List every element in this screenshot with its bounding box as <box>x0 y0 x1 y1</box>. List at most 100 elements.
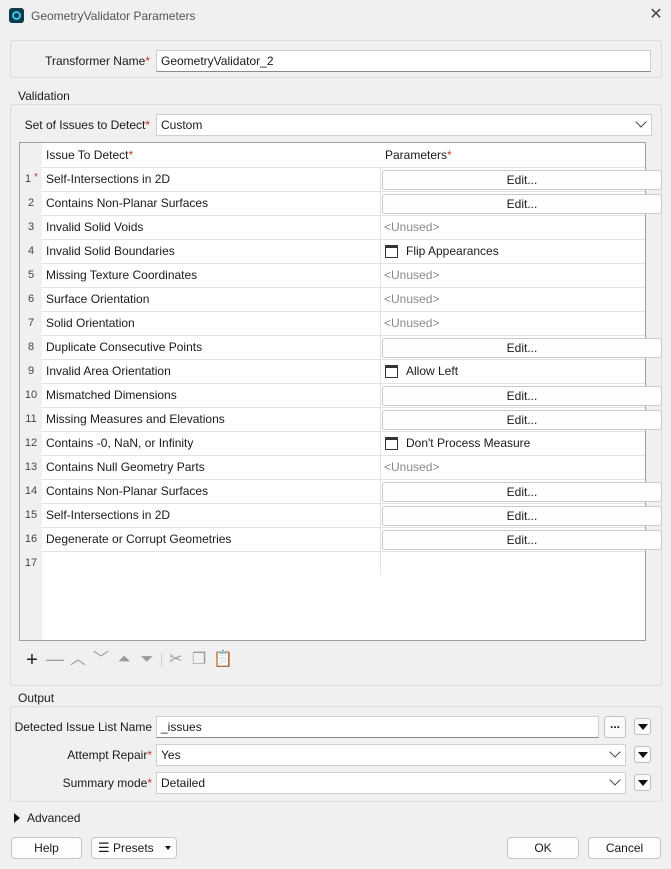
table-row[interactable]: 13 Contains Null Geometry Parts <Unused> <box>20 455 645 479</box>
issue-cell[interactable]: Surface Orientation <box>42 287 381 311</box>
table-row[interactable]: 4 Invalid Solid Boundaries Flip Appearance… <box>20 239 645 263</box>
issue-cell[interactable]: Mismatched Dimensions <box>42 383 381 407</box>
checkbox[interactable] <box>385 245 398 258</box>
issue-cell[interactable]: Invalid Solid Voids <box>42 215 381 239</box>
row-number[interactable]: 2 <box>20 191 42 215</box>
summary-mode-select[interactable]: Detailed <box>156 772 626 794</box>
row-number[interactable]: 14 <box>20 479 42 503</box>
edit-parameters-button[interactable]: Edit... <box>382 386 662 406</box>
issue-cell[interactable]: Contains Non-Planar Surfaces <box>42 479 381 503</box>
triangle-right-icon <box>14 813 20 823</box>
row-number[interactable]: 9 <box>20 359 42 383</box>
paste-icon[interactable]: 📋 <box>213 651 233 669</box>
issue-cell[interactable]: Missing Measures and Elevations <box>42 407 381 431</box>
issue-cell[interactable]: Missing Texture Coordinates <box>42 263 381 287</box>
move-to-top-icon[interactable]: ⏶ <box>115 651 133 669</box>
parameters-cell: <Unused> <box>381 455 645 479</box>
table-row[interactable]: 5 Missing Texture Coordinates <Unused> <box>20 263 645 287</box>
required-marker: * <box>147 776 152 790</box>
row-number[interactable]: 10 <box>20 383 42 407</box>
edit-parameters-button[interactable]: Edit... <box>382 170 662 190</box>
checkbox[interactable] <box>385 437 398 450</box>
transformer-name-input[interactable]: GeometryValidator_2 <box>156 50 651 72</box>
cancel-button[interactable]: Cancel <box>588 837 661 859</box>
row-number[interactable]: 11 <box>20 407 42 431</box>
row-number[interactable]: 16 <box>20 527 42 551</box>
issues-table: Issue To Detect* Parameters* 1 * Self-Inte… <box>19 142 662 641</box>
column-header-issue[interactable]: Issue To Detect* <box>46 148 133 162</box>
issue-cell[interactable]: Self-Intersections in 2D <box>42 167 381 191</box>
required-marker: * <box>145 118 150 132</box>
row-number[interactable]: 13 <box>20 455 42 479</box>
table-row[interactable]: 14 Contains Non-Planar Surfaces Edit... <box>20 479 662 503</box>
close-icon[interactable]: ✕ <box>647 6 665 24</box>
issue-cell[interactable]: Invalid Area Orientation <box>42 359 381 383</box>
table-row[interactable]: 6 Surface Orientation <Unused> <box>20 287 645 311</box>
transformer-name-label-text: Transformer Name <box>45 54 146 68</box>
table-row[interactable]: 10 Mismatched Dimensions Edit... <box>20 383 662 407</box>
edit-parameters-button[interactable]: Edit... <box>382 410 662 430</box>
table-row[interactable]: 7 Solid Orientation <Unused> <box>20 311 645 335</box>
row-number[interactable]: 6 <box>20 287 42 311</box>
issue-cell[interactable]: Solid Orientation <box>42 311 381 335</box>
summary-mode-menu-button[interactable] <box>634 774 651 791</box>
browse-button[interactable]: ... <box>604 716 626 738</box>
presets-icon: ☰ <box>98 840 110 855</box>
presets-button[interactable]: ☰ Presets <box>91 837 177 859</box>
summary-mode-label-text: Summary mode <box>62 776 148 790</box>
table-row[interactable]: 15 Self-Intersections in 2D Edit... <box>20 503 662 527</box>
required-marker: * <box>447 148 452 162</box>
issue-cell[interactable]: Self-Intersections in 2D <box>42 503 381 527</box>
attempt-repair-menu-button[interactable] <box>634 746 651 763</box>
row-number[interactable]: 15 <box>20 503 42 527</box>
issue-cell[interactable]: Invalid Solid Boundaries <box>42 239 381 263</box>
add-row-icon[interactable]: + <box>23 650 41 670</box>
column-header-parameters[interactable]: Parameters* <box>385 148 452 162</box>
move-up-icon[interactable]: ︿ <box>69 651 87 669</box>
chevron-down-icon <box>609 746 621 758</box>
help-button[interactable]: Help <box>11 837 82 859</box>
attempt-repair-select[interactable]: Yes <box>156 744 626 766</box>
row-number[interactable]: 7 <box>20 311 42 335</box>
row-number[interactable]: 17 <box>20 551 42 575</box>
row-number[interactable]: 5 <box>20 263 42 287</box>
checkbox-label: Don't Process Measure <box>406 436 531 450</box>
issue-cell[interactable] <box>42 551 381 575</box>
table-row[interactable]: 16 Degenerate or Corrupt Geometries Edit..… <box>20 527 662 551</box>
edit-parameters-button[interactable]: Edit... <box>382 194 662 214</box>
issue-cell[interactable]: Degenerate or Corrupt Geometries <box>42 527 381 551</box>
issue-cell[interactable]: Contains Null Geometry Parts <box>42 455 381 479</box>
checkbox[interactable] <box>385 365 398 378</box>
cut-icon[interactable]: ✂ <box>167 651 185 669</box>
issue-list-name-menu-button[interactable] <box>634 718 651 735</box>
table-row[interactable]: 8 Duplicate Consecutive Points Edit... <box>20 335 662 359</box>
edit-parameters-button[interactable]: Edit... <box>382 338 662 358</box>
row-number[interactable]: 8 <box>20 335 42 359</box>
edit-parameters-button[interactable]: Edit... <box>382 482 662 502</box>
table-row[interactable]: 11 Missing Measures and Elevations Edit... <box>20 407 662 431</box>
attempt-repair-label: Attempt Repair* <box>14 748 152 762</box>
row-number[interactable]: 12 <box>20 431 42 455</box>
issue-cell[interactable]: Contains -0, NaN, or Infinity <box>42 431 381 455</box>
row-number[interactable]: 3 <box>20 215 42 239</box>
issues-set-select[interactable]: Custom <box>156 114 652 136</box>
edit-parameters-button[interactable]: Edit... <box>382 530 662 550</box>
table-row[interactable]: 12 Contains -0, NaN, or Infinity Don't Pro… <box>20 431 645 455</box>
ok-button[interactable]: OK <box>507 837 579 859</box>
parameters-cell[interactable] <box>381 551 645 575</box>
move-down-icon[interactable]: ﹀ <box>92 651 110 669</box>
table-row[interactable]: 17 <box>20 551 645 575</box>
issue-cell[interactable]: Duplicate Consecutive Points <box>42 335 381 359</box>
table-row[interactable]: 3 Invalid Solid Voids <Unused> <box>20 215 645 239</box>
table-row[interactable]: 2 Contains Non-Planar Surfaces Edit... <box>20 191 662 215</box>
move-to-bottom-icon[interactable]: ⏷ <box>138 651 156 669</box>
copy-icon[interactable]: ❐ <box>190 651 208 669</box>
issues-set-value: Custom <box>161 118 203 132</box>
remove-row-icon[interactable]: — <box>46 650 64 668</box>
issue-list-name-input[interactable]: _issues <box>156 716 599 738</box>
table-row[interactable]: 9 Invalid Area Orientation Allow Left <box>20 359 645 383</box>
edit-parameters-button[interactable]: Edit... <box>382 506 662 526</box>
row-number[interactable]: 4 <box>20 239 42 263</box>
issue-cell[interactable]: Contains Non-Planar Surfaces <box>42 191 381 215</box>
table-row[interactable]: 1 * Self-Intersections in 2D Edit... <box>20 167 662 191</box>
